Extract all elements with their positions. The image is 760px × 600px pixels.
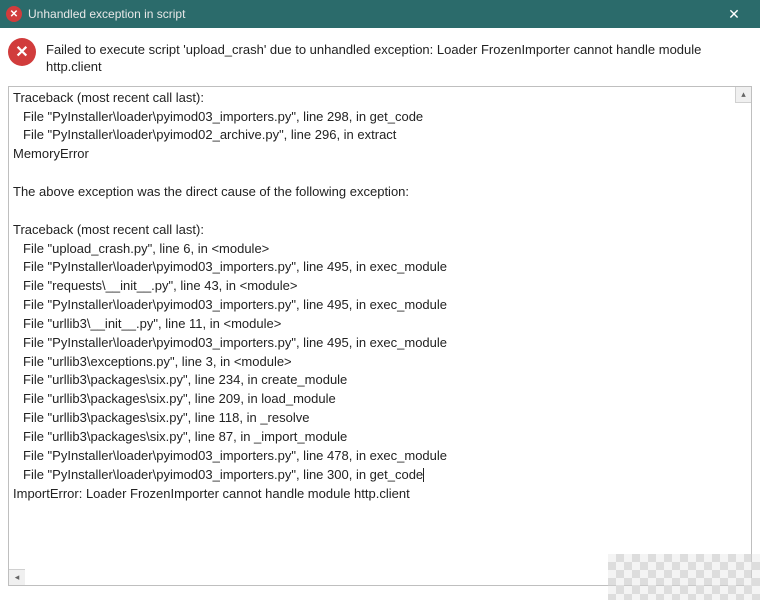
scroll-up-button[interactable]: ▴	[735, 87, 751, 103]
traceback-line: File "PyInstaller\loader\pyimod03_import…	[13, 334, 747, 353]
scroll-left-button[interactable]: ◂	[9, 569, 25, 585]
error-message: Failed to execute script 'upload_crash' …	[46, 38, 752, 76]
close-button[interactable]: ✕	[714, 0, 754, 28]
traceback-line: Traceback (most recent call last):	[13, 221, 747, 240]
text-caret	[423, 468, 424, 482]
error-icon	[6, 6, 22, 22]
traceback-line: File "urllib3\packages\six.py", line 118…	[13, 409, 747, 428]
message-area: Failed to execute script 'upload_crash' …	[0, 28, 760, 82]
traceback-line: File "PyInstaller\loader\pyimod03_import…	[13, 466, 747, 485]
traceback-line: File "PyInstaller\loader\pyimod03_import…	[13, 108, 747, 127]
traceback-line	[13, 164, 747, 183]
titlebar: Unhandled exception in script ✕	[0, 0, 760, 28]
traceback-line: File "PyInstaller\loader\pyimod03_import…	[13, 258, 747, 277]
traceback-line: File "urllib3\__init__.py", line 11, in …	[13, 315, 747, 334]
traceback-line: File "PyInstaller\loader\pyimod03_import…	[13, 447, 747, 466]
error-icon-large	[8, 38, 36, 66]
traceback-line: File "PyInstaller\loader\pyimod03_import…	[13, 296, 747, 315]
traceback-line: File "requests\__init__.py", line 43, in…	[13, 277, 747, 296]
traceback-line: The above exception was the direct cause…	[13, 183, 747, 202]
traceback-container: Traceback (most recent call last):File "…	[8, 86, 752, 586]
traceback-line: File "urllib3\packages\six.py", line 234…	[13, 371, 747, 390]
transparency-checker	[608, 554, 760, 600]
traceback-line: Traceback (most recent call last):	[13, 89, 747, 108]
traceback-line: ImportError: Loader FrozenImporter canno…	[13, 485, 747, 504]
traceback-line	[13, 202, 747, 221]
traceback-line: MemoryError	[13, 145, 747, 164]
traceback-line: File "PyInstaller\loader\pyimod02_archiv…	[13, 126, 747, 145]
traceback-line: File "urllib3\exceptions.py", line 3, in…	[13, 353, 747, 372]
traceback-line: File "urllib3\packages\six.py", line 209…	[13, 390, 747, 409]
window-title: Unhandled exception in script	[28, 7, 714, 21]
traceback-line: File "upload_crash.py", line 6, in <modu…	[13, 240, 747, 259]
traceback-text[interactable]: Traceback (most recent call last):File "…	[9, 87, 751, 585]
traceback-line: File "urllib3\packages\six.py", line 87,…	[13, 428, 747, 447]
